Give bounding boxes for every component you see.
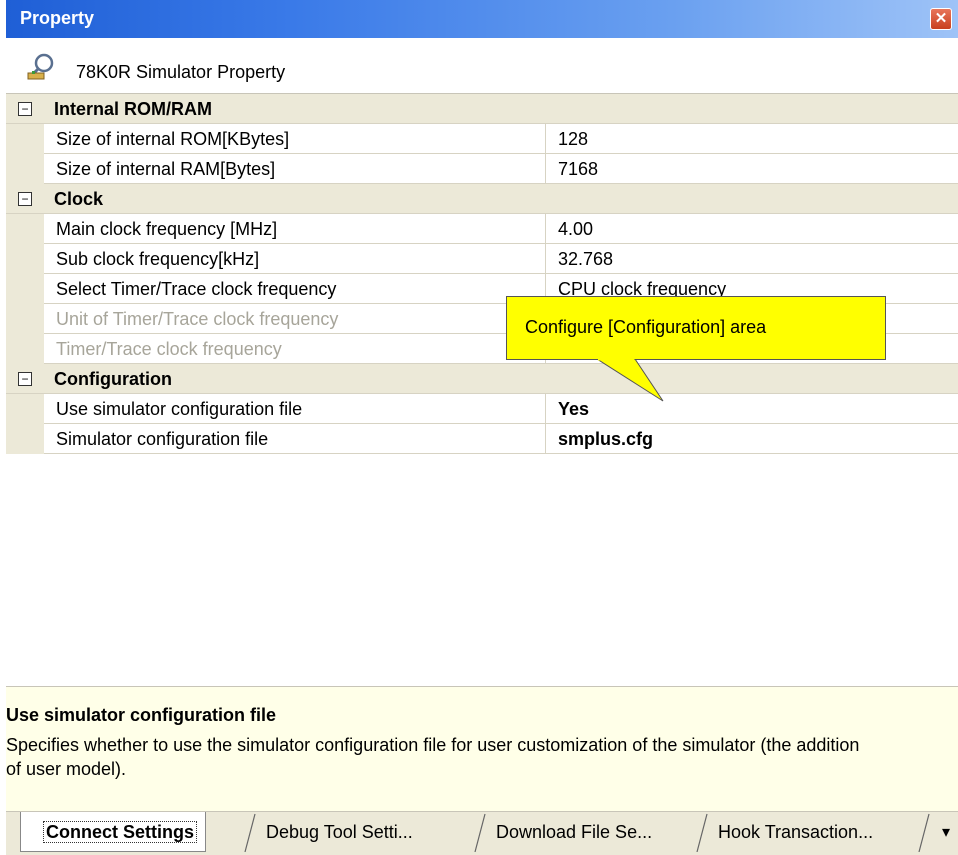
property-name: Unit of Timer/Trace clock frequency	[44, 304, 546, 334]
tab-strip: Connect Settings Debug Tool Setti... Dow…	[6, 812, 958, 855]
property-name: Main clock frequency [MHz]	[44, 214, 546, 244]
property-row[interactable]: Simulator configuration file smplus.cfg	[6, 424, 958, 454]
category-label: Configuration	[54, 369, 172, 389]
property-value[interactable]: 32.768	[546, 244, 958, 274]
description-panel: Use simulator configuration file Specifi…	[6, 686, 958, 812]
category-label: Internal ROM/RAM	[54, 99, 213, 119]
description-body: Specifies whether to use the simulator c…	[6, 735, 860, 779]
chevron-down-icon: ▾	[941, 824, 951, 841]
tab-scroll-button[interactable]: ▾	[936, 822, 956, 842]
property-name: Sub clock frequency[kHz]	[44, 244, 546, 274]
callout-text: Configure [Configuration] area	[525, 317, 767, 337]
property-name: Use simulator configuration file	[44, 394, 546, 424]
category-row-configuration[interactable]: − Configuration	[6, 364, 958, 394]
property-header-label: 78K0R Simulator Property	[76, 62, 286, 82]
collapse-toggle-icon[interactable]: −	[18, 102, 32, 116]
property-grid: − Internal ROM/RAM Size of internal ROM[…	[6, 94, 958, 686]
tab-download-file-settings[interactable]: Download File Se...	[486, 812, 662, 852]
property-row[interactable]: Size of internal RAM[Bytes] 7168	[6, 154, 958, 184]
property-row[interactable]: Use simulator configuration file Yes	[6, 394, 958, 424]
category-row-internal-rom-ram[interactable]: − Internal ROM/RAM	[6, 94, 958, 124]
category-row-clock[interactable]: − Clock	[6, 184, 958, 214]
simulator-property-icon	[27, 53, 54, 80]
callout-pointer	[596, 359, 664, 402]
property-name: Size of internal ROM[KBytes]	[44, 124, 546, 154]
annotation-callout: Configure [Configuration] area	[506, 296, 886, 360]
property-row[interactable]: Main clock frequency [MHz] 4.00	[6, 214, 958, 244]
property-panel: Property ✕ 78K0R Simulator Property − In…	[6, 0, 958, 855]
close-icon: ✕	[934, 10, 948, 27]
collapse-toggle-icon[interactable]: −	[18, 372, 32, 386]
property-name: Size of internal RAM[Bytes]	[44, 154, 546, 184]
property-header: 78K0R Simulator Property	[6, 38, 958, 94]
property-value[interactable]: 4.00	[546, 214, 958, 244]
property-name: Simulator configuration file	[44, 424, 546, 454]
property-name: Timer/Trace clock frequency	[44, 334, 546, 364]
close-button[interactable]: ✕	[930, 8, 952, 30]
collapse-toggle-icon[interactable]: −	[18, 192, 32, 206]
property-row[interactable]: Size of internal ROM[KBytes] 128	[6, 124, 958, 154]
property-value[interactable]: 128	[546, 124, 958, 154]
property-row[interactable]: Sub clock frequency[kHz] 32.768	[6, 244, 958, 274]
property-name: Select Timer/Trace clock frequency	[44, 274, 546, 304]
category-label: Clock	[54, 189, 104, 209]
panel-title: Property	[20, 8, 95, 28]
tab-debug-tool-settings[interactable]: Debug Tool Setti...	[256, 812, 423, 852]
tab-hook-transaction-settings[interactable]: Hook Transaction...	[708, 812, 883, 852]
description-title: Use simulator configuration file	[6, 705, 277, 725]
panel-titlebar: Property ✕	[6, 0, 958, 38]
property-value[interactable]: smplus.cfg	[546, 424, 958, 454]
property-value[interactable]: 7168	[546, 154, 958, 184]
tab-connect-settings[interactable]: Connect Settings	[20, 812, 207, 852]
